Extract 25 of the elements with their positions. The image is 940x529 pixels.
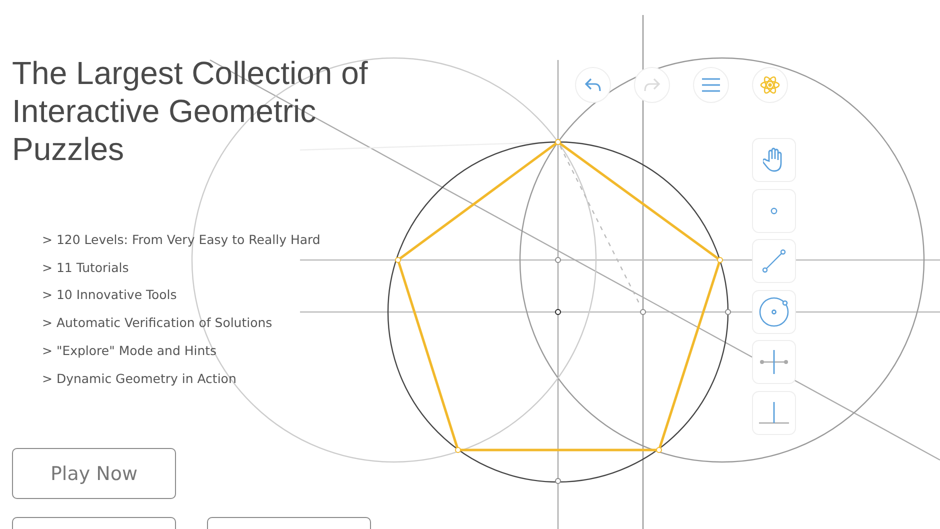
- feature-item: > 10 Innovative Tools: [42, 286, 178, 304]
- tool-button[interactable]: [752, 340, 796, 384]
- tool-button[interactable]: [752, 290, 796, 334]
- tool-button[interactable]: [752, 138, 796, 182]
- feature-item: > Automatic Verification of Solutions: [42, 314, 274, 332]
- circle-icon: [758, 296, 790, 328]
- menu-icon: [702, 78, 720, 92]
- feature-item: > Dynamic Geometry in Action: [42, 370, 238, 388]
- feature-item: > 120 Levels: From Very Easy to Really Hard: [42, 231, 322, 249]
- feature-item: > "Explore" Mode and Hints: [42, 342, 218, 360]
- play-button[interactable]: Play Now: [12, 448, 176, 500]
- redo-icon: [643, 77, 661, 93]
- perpendicular-icon: [759, 402, 789, 424]
- atom-button[interactable]: [752, 67, 788, 103]
- menu-button[interactable]: [693, 67, 729, 103]
- feature-item: > 11 Tutorials: [42, 258, 130, 277]
- segment-icon: [762, 249, 786, 273]
- undo-button[interactable]: [575, 67, 611, 103]
- tool-button[interactable]: [752, 390, 796, 434]
- point-icon: [770, 206, 778, 214]
- atom-icon: [760, 75, 780, 95]
- headline: The Largest Collection of Interactive Geometric Puzzles: [12, 54, 369, 168]
- tool-button[interactable]: [752, 239, 796, 283]
- undo-icon: [584, 77, 602, 93]
- bisector-icon: [759, 350, 789, 374]
